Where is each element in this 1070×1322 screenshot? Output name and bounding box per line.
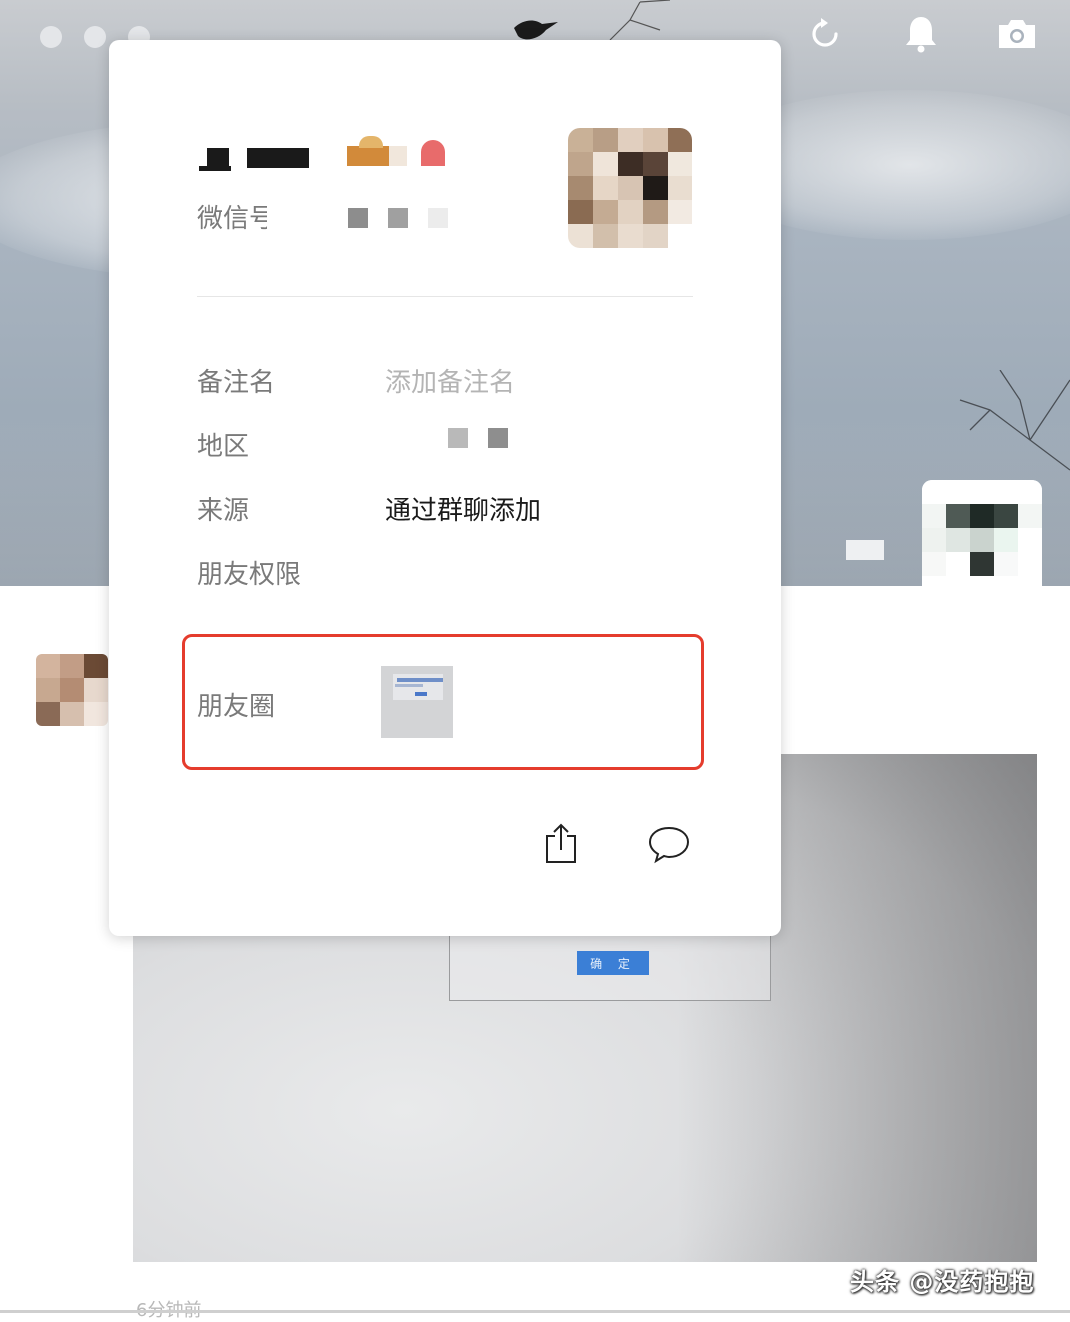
friend-permission-label[interactable]: 朋友权限 xyxy=(197,554,301,591)
remark-name-label: 备注名 xyxy=(197,368,276,398)
chat-bubble-icon[interactable] xyxy=(647,822,691,866)
contact-profile-card: 微信号 备注名 添加备注名 地区 来源 通过群聊添加 朋友权限 朋友圈 xyxy=(109,40,781,936)
feed-post-time: 6分钟前 xyxy=(136,1300,202,1321)
share-icon[interactable] xyxy=(539,822,583,866)
source-label: 来源 xyxy=(197,496,250,526)
refresh-icon[interactable] xyxy=(803,12,847,56)
moments-label[interactable]: 朋友圈 xyxy=(197,686,275,723)
bell-icon[interactable] xyxy=(899,12,943,56)
region-label: 地区 xyxy=(197,432,250,462)
branch-decoration xyxy=(609,0,671,40)
camera-icon[interactable] xyxy=(995,12,1039,56)
branch-decoration xyxy=(959,370,1070,471)
window-close-button[interactable] xyxy=(40,26,62,48)
owner-avatar[interactable] xyxy=(922,480,1042,586)
watermark-text: 头条 @没药抱抱 xyxy=(850,1268,1035,1296)
moments-thumbnail[interactable] xyxy=(381,666,453,738)
contact-avatar[interactable] xyxy=(568,128,692,248)
window-bottom-edge xyxy=(0,1310,1070,1313)
profile-divider xyxy=(197,296,693,297)
remark-name-input[interactable]: 添加备注名 xyxy=(385,362,515,399)
feed-author-avatar[interactable] xyxy=(36,654,108,726)
window-minimize-button[interactable] xyxy=(84,26,106,48)
source-value: 通过群聊添加 xyxy=(385,496,542,526)
wechat-id-label: 微信号 xyxy=(197,204,267,234)
photo-confirm-button: 确 定 xyxy=(577,951,649,975)
owner-name-mosaic xyxy=(846,540,884,560)
